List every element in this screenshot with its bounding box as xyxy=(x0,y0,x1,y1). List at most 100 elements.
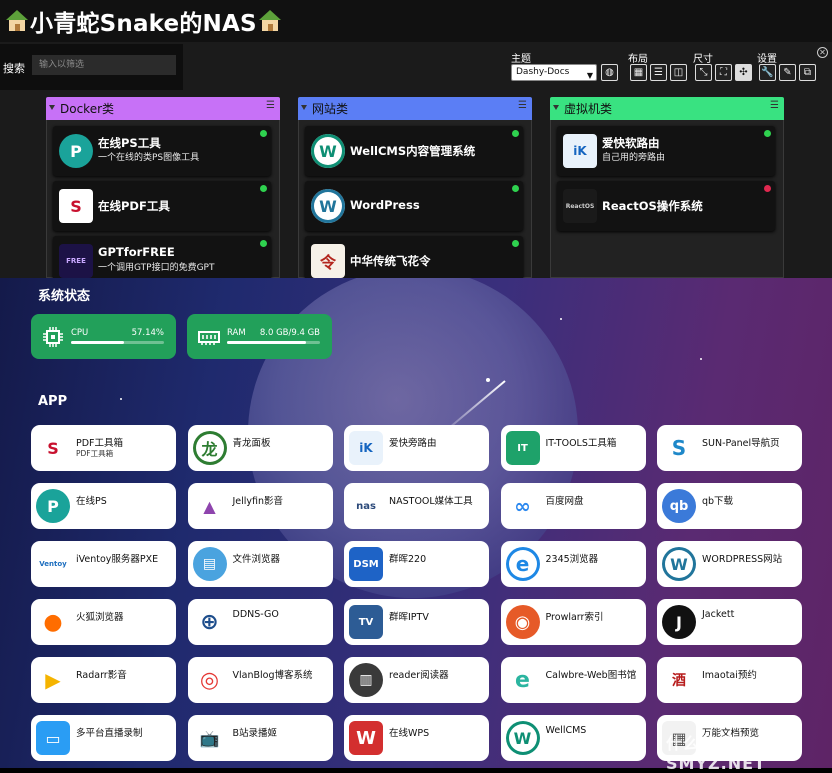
app-card[interactable]: iK 爱快旁路由 xyxy=(344,425,489,471)
section-header[interactable]: Docker类 ☰ xyxy=(46,97,280,120)
collapse-caret-icon[interactable] xyxy=(553,105,559,110)
section-2: 虚拟机类 ☰ iK 爱快软路由 自己用的旁路由 ReactOS ReactOS操作系统 xyxy=(550,97,784,278)
imaotai-icon: 酒 xyxy=(662,663,696,697)
close-icon[interactable]: ✕ xyxy=(817,47,828,58)
search-input[interactable] xyxy=(32,55,176,75)
status-indicator xyxy=(512,240,519,247)
app-card[interactable]: 📺 B站录播姬 xyxy=(187,715,333,761)
app-card[interactable]: ▲ Jellyfin影音 xyxy=(187,483,333,529)
page-title: 小青蛇Snake的NAS xyxy=(30,11,257,37)
item-name: WellCMS内容管理系统 xyxy=(350,144,476,158)
app-name: 百度网盘 xyxy=(545,496,584,507)
collapse-caret-icon[interactable] xyxy=(301,105,307,110)
palette-icon[interactable]: ◍ xyxy=(601,64,618,81)
size-medium-icon[interactable]: ⛶ xyxy=(715,64,732,81)
app-card[interactable]: 龙青龙面板 xyxy=(187,425,333,471)
app-card[interactable]: W WellCMS xyxy=(500,715,646,761)
app-card[interactable]: IT IT-TOOLS工具箱 xyxy=(500,425,646,471)
cpu-icon xyxy=(43,327,63,347)
app-card[interactable]: 酒 Imaotai预约 xyxy=(657,657,802,703)
dashy-item[interactable]: P 在线PS工具 一个在线的类PS图像工具 xyxy=(53,126,271,176)
app-card[interactable]: nas NASTOOL媒体工具 xyxy=(344,483,489,529)
app-card[interactable]: ▥ reader阅读器 xyxy=(344,657,489,703)
app-name: Radarr影音 xyxy=(76,670,127,681)
app-card[interactable]: ∞ 百度网盘 xyxy=(500,483,646,529)
item-name: 爱快软路由 xyxy=(602,136,660,150)
ram-card[interactable]: RAM 8.0 GB/9.4 GB xyxy=(187,314,332,359)
app-card[interactable]: ◎ VlanBlog博客系统 xyxy=(187,657,333,703)
wrench-icon[interactable]: 🔧 xyxy=(759,64,776,81)
file-browser-icon: ▤ xyxy=(192,547,227,581)
collapse-caret-icon[interactable] xyxy=(49,105,55,110)
app-name: NASTOOL媒体工具 xyxy=(389,496,473,507)
iptv-icon: TV xyxy=(349,605,383,639)
app-card[interactable]: P 在线PS xyxy=(31,483,176,529)
app-card[interactable]: TV 群晖IPTV xyxy=(344,599,489,645)
app-name: 文件浏览器 xyxy=(232,554,281,565)
dashy-item[interactable]: iK 爱快软路由 自己用的旁路由 xyxy=(557,126,775,176)
app-card[interactable]: e Calwbre-Web图书馆 xyxy=(500,657,646,703)
dashy-item[interactable]: W WellCMS内容管理系统 xyxy=(305,126,523,176)
size-large-icon[interactable]: ✣ xyxy=(735,64,752,81)
dashy-item[interactable]: ReactOS ReactOS操作系统 xyxy=(557,181,775,231)
app-card[interactable]: J Jackett xyxy=(657,599,802,645)
app-card[interactable]: ● 火狐浏览器 xyxy=(31,599,176,645)
layout-list-icon[interactable]: ☰ xyxy=(650,64,667,81)
section-menu-icon[interactable]: ☰ xyxy=(770,100,779,111)
app-name: Jackett xyxy=(702,609,735,620)
star xyxy=(486,378,490,382)
dashy-item[interactable]: W WordPress xyxy=(305,181,523,231)
section-header[interactable]: 网站类 ☰ xyxy=(298,97,532,120)
cpu-value: 57.14% xyxy=(131,328,164,338)
layout-columns-icon[interactable]: ◫ xyxy=(670,64,687,81)
dashy-item[interactable]: FREE GPTforFREE 一个调用GTP接口的免费GPT xyxy=(53,236,271,278)
item-description: 一个在线的类PS图像工具 xyxy=(98,153,200,163)
dashy-item[interactable]: 令中华传统飞花令 xyxy=(305,236,523,278)
app-card[interactable]: ▭ 多平台直播录制 xyxy=(31,715,176,761)
reactos-icon: ReactOS xyxy=(563,189,597,223)
calibre-web-icon: e xyxy=(505,663,540,697)
app-card[interactable]: ⊕ DDNS-GO xyxy=(187,599,333,645)
ikuai-icon: iK xyxy=(349,431,383,465)
item-name: WordPress xyxy=(350,198,420,212)
app-card[interactable]: Ventoy iVentoy服务器PXE xyxy=(31,541,176,587)
free-gpt-icon: FREE xyxy=(59,244,93,278)
edit-icon[interactable]: ✎ xyxy=(779,64,796,81)
dashy-item[interactable]: S 在线PDF工具 xyxy=(53,181,271,231)
app-card[interactable]: W 在线WPS xyxy=(344,715,489,761)
app-name: 在线WPS xyxy=(389,728,430,739)
system-status-title: 系统状态 xyxy=(38,289,91,304)
watermark: 什么值得买 SMYZ.NET xyxy=(666,734,766,773)
size-small-icon[interactable]: ⤡ xyxy=(695,64,712,81)
sun-panel-icon: S xyxy=(662,431,696,465)
app-card[interactable]: W WORDPRESS网站 xyxy=(657,541,802,587)
app-card[interactable]: DSM 群晖220 xyxy=(344,541,489,587)
app-card[interactable]: S PDF工具箱 PDF工具箱 xyxy=(31,425,176,471)
star xyxy=(120,398,122,400)
cpu-progress xyxy=(71,341,164,344)
section-0: Docker类 ☰ P 在线PS工具 一个在线的类PS图像工具 S 在线PDF工具 FREE G… xyxy=(46,97,280,278)
layout-label: 布局 xyxy=(628,54,648,65)
star xyxy=(700,358,702,360)
layout-grid-icon[interactable]: ▦ xyxy=(630,64,647,81)
section-menu-icon[interactable]: ☰ xyxy=(266,100,275,111)
photopea-icon: P xyxy=(59,134,93,168)
app-card[interactable]: qb qb下载 xyxy=(657,483,802,529)
app-name: Calwbre-Web图书馆 xyxy=(545,670,637,681)
theme-select[interactable]: Dashy-Docs ▼ xyxy=(511,64,597,81)
app-card[interactable]: ▤ 文件浏览器 xyxy=(187,541,333,587)
app-card[interactable]: e 2345浏览器 xyxy=(500,541,646,587)
app-name: reader阅读器 xyxy=(389,670,449,681)
app-card[interactable]: ▶ Radarr影音 xyxy=(31,657,176,703)
firefox-icon: ● xyxy=(36,605,70,639)
size-label: 尺寸 xyxy=(693,54,713,65)
section-header[interactable]: 虚拟机类 ☰ xyxy=(550,97,784,120)
search-label: 搜索 xyxy=(3,62,25,75)
app-card[interactable]: S SUN-Panel导航页 xyxy=(657,425,802,471)
section-menu-icon[interactable]: ☰ xyxy=(518,100,527,111)
section-1: 网站类 ☰ W WellCMS内容管理系统 W WordPress 令中华传统飞花令 xyxy=(298,97,532,278)
config-icon[interactable]: ⧉ xyxy=(799,64,816,81)
app-card[interactable]: ◉ Prowlarr索引 xyxy=(500,599,646,645)
ram-icon xyxy=(198,331,220,345)
cpu-card[interactable]: CPU 57.14% xyxy=(31,314,176,359)
